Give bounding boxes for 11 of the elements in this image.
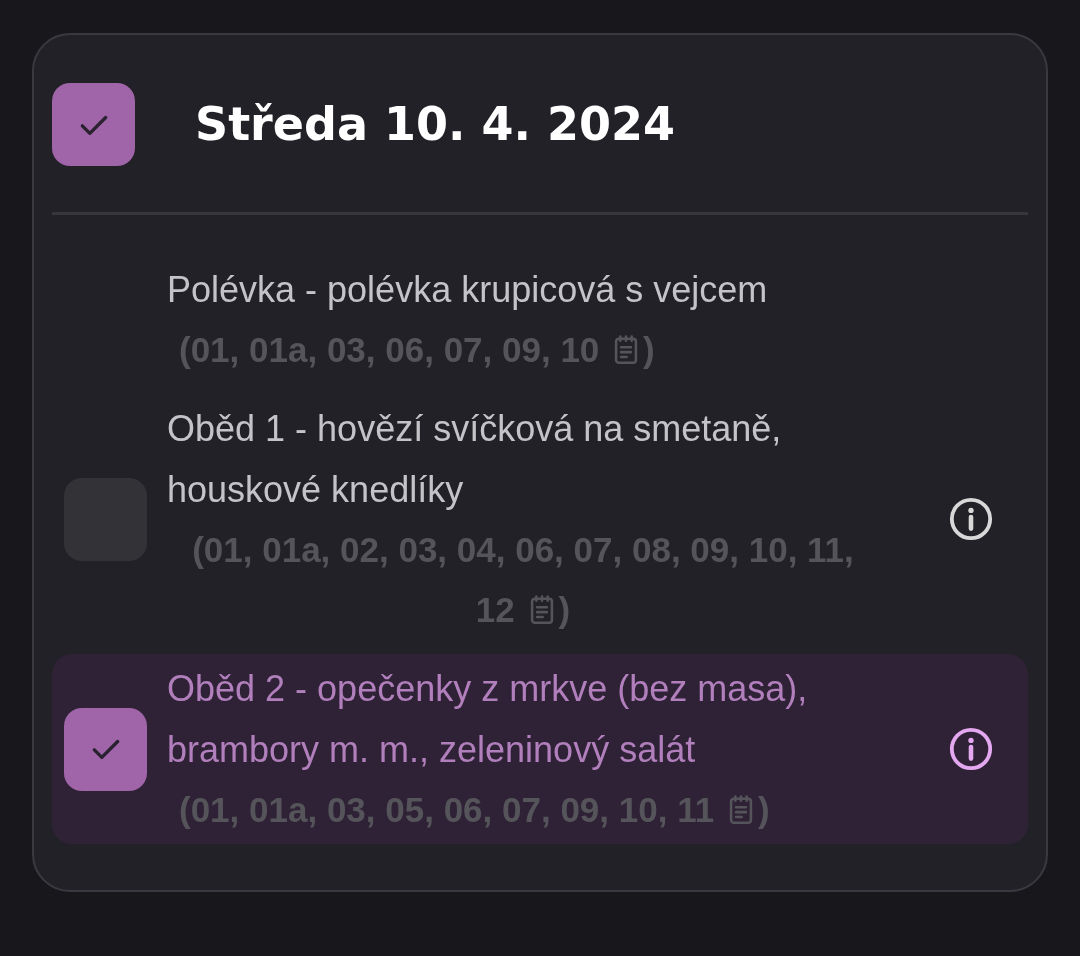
meal-name: Oběd 2 - opečenky z mrkve (bez masa), brambory m. m., zeleninový salát [167,667,809,772]
day-title: Středa 10. 4. 2024 [195,96,675,153]
meal-name: Oběd 1 - hovězí svíčková na smetaně, houskové knedlíky [167,407,783,512]
info-icon[interactable] [948,726,994,772]
meal-name: Polévka - polévka krupicová s vejcem [167,268,769,312]
closing-paren: ) [757,790,770,829]
closing-paren: ) [558,590,571,629]
closing-paren: ) [643,330,655,369]
checkbox[interactable] [52,83,135,166]
info-icon[interactable] [948,496,994,542]
checkbox[interactable] [64,707,147,791]
